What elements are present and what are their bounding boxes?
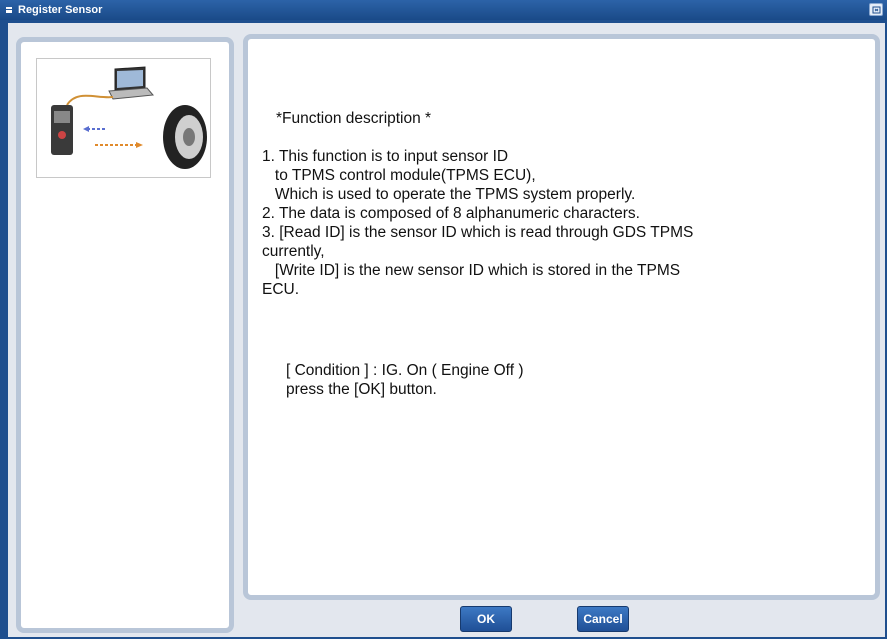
cancel-button[interactable]: Cancel: [577, 606, 629, 632]
description-line: 2. The data is composed of 8 alphanumeri…: [262, 205, 640, 222]
close-icon[interactable]: [869, 3, 883, 16]
description-panel: *Function description * 1. This function…: [243, 34, 880, 600]
description-heading: *Function description *: [276, 110, 432, 127]
laptop-icon: [108, 66, 155, 100]
window-icon: [4, 5, 14, 15]
description-line: ECU.: [262, 281, 300, 298]
tpms-connection-illustration: [36, 58, 211, 178]
description-line: Which is used to operate the TPMS system…: [262, 186, 636, 203]
window-title: Register Sensor: [18, 4, 103, 16]
instruction-text: press the [OK] button.: [286, 381, 437, 398]
ok-button[interactable]: OK: [460, 606, 512, 632]
description-line: 3. [Read ID] is the sensor ID which is r…: [262, 224, 694, 241]
description-line: [Write ID] is the new sensor ID which is…: [262, 262, 681, 279]
illustration-panel: [16, 37, 234, 633]
description-line: 1. This function is to input sensor ID: [262, 148, 509, 165]
description-line: to TPMS control module(TPMS ECU),: [262, 167, 536, 184]
function-description: *Function description * 1. This function…: [262, 109, 862, 399]
condition-text: [ Condition ] : IG. On ( Engine Off ): [286, 362, 524, 379]
description-line: currently,: [262, 243, 325, 260]
register-sensor-window: Register Sensor *Function description * …: [0, 0, 887, 639]
tire-icon: [163, 105, 207, 169]
vci-device-icon: [51, 105, 73, 155]
title-bar[interactable]: Register Sensor: [0, 0, 887, 20]
